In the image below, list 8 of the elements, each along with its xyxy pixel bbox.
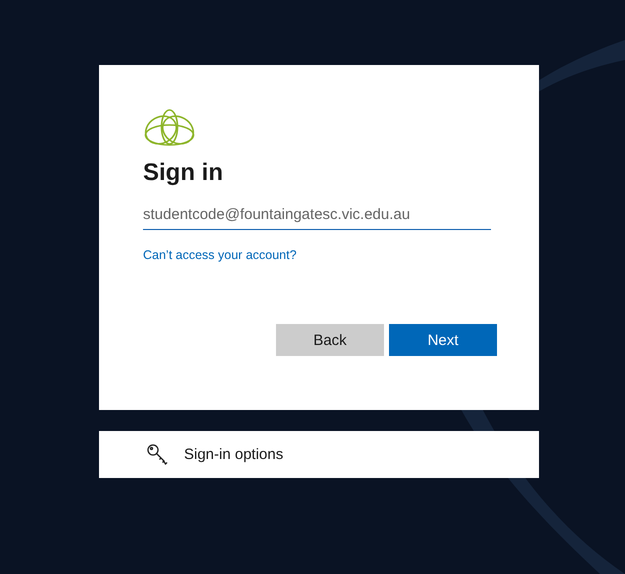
sign-in-options-button[interactable]: Sign-in options	[99, 431, 539, 478]
email-field[interactable]: studentcode@fountaingatesc.vic.edu.au	[143, 200, 491, 230]
sign-in-heading: Sign in	[143, 158, 224, 188]
back-button[interactable]: Back	[276, 324, 384, 356]
account-help-link[interactable]: Can’t access your account?	[143, 248, 297, 262]
key-icon	[146, 442, 170, 466]
flower-logo	[143, 108, 196, 146]
next-button[interactable]: Next	[389, 324, 497, 356]
